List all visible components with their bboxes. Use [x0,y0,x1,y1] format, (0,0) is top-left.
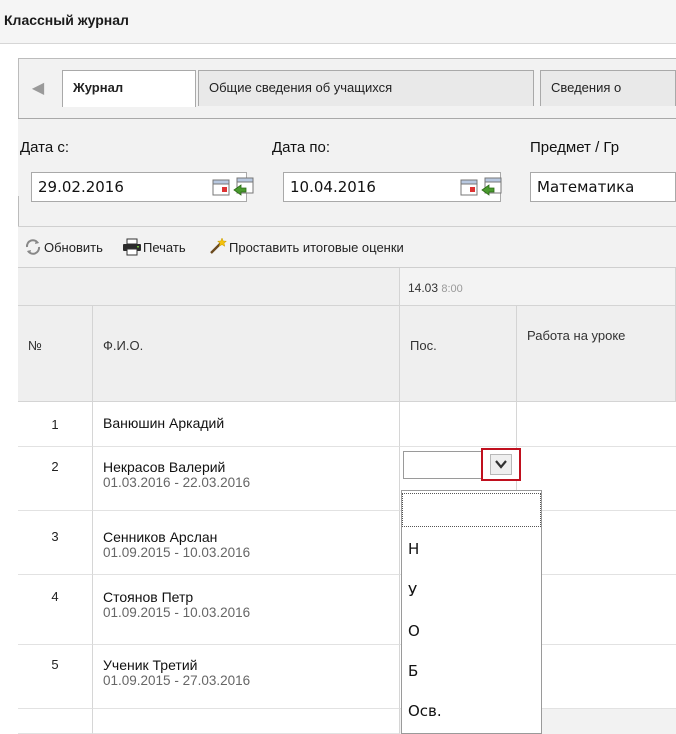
subject-value: Математика [537,178,635,196]
option-label: У [408,582,418,600]
table-row[interactable] [93,709,400,734]
tab-students-info[interactable]: Общие сведения об учащихся [198,70,534,106]
row-num-cell [18,709,93,734]
student-dates: 01.09.2015 - 10.03.2016 [103,545,251,560]
table-row[interactable]: Сенников Арслан 01.09.2015 - 10.03.2016 [93,511,400,575]
tab-scroll-left-icon[interactable]: ◀ [22,72,54,106]
calendar-green-icon[interactable] [481,176,503,198]
row-num-cell: 2 [18,447,93,511]
table-row[interactable]: Некрасов Валерий 01.03.2016 - 22.03.2016 [93,447,400,511]
lesson-date: 14.03 [408,281,439,295]
work-cell[interactable] [517,402,676,447]
student-name: Сенников Арслан [103,529,218,545]
dropdown-option-osv[interactable]: Осв. [402,695,541,727]
date-from-label: Дата с: [20,139,70,156]
row-num: 1 [51,417,59,432]
col-work-label: Работа на уроке [527,328,626,343]
option-label: Б [408,662,419,680]
lesson-header[interactable]: 14.03 8:00 [400,268,676,306]
col-num-label: № [28,338,42,353]
date-to-label: Дата по: [272,139,331,156]
col-attendance-label: Пос. [410,338,437,353]
row-num-cell: 5 [18,645,93,709]
chevron-down-icon [495,460,507,469]
attendance-dropdown-trigger[interactable] [481,448,521,481]
refresh-icon[interactable] [24,238,42,256]
dropdown-option-b[interactable]: Б [402,655,541,687]
student-name: Ученик Третий [103,657,198,673]
tab-details[interactable]: Сведения о [540,70,676,106]
dropdown-option-empty[interactable] [402,493,541,527]
table-row[interactable]: Ванюшин Аркадий [93,402,400,447]
lesson-time: 8:00 [441,283,463,295]
tab-journal-label: Журнал [73,80,124,95]
row-num: 4 [51,589,59,604]
dropdown-option-u[interactable]: У [402,575,541,607]
window-title: Классный журнал [4,12,129,28]
subject-label: Предмет / Гр [530,139,620,156]
col-header-attendance[interactable]: Пос. [400,306,517,402]
col-fio-label: Ф.И.О. [103,338,144,353]
row-num: 3 [51,529,59,544]
calendar-icon[interactable] [460,178,480,198]
col-header-num[interactable]: № [18,306,93,402]
calendar-green-icon[interactable] [233,176,255,198]
col-header-work[interactable]: Работа на уроке [517,306,676,402]
row-num: 2 [51,459,59,474]
final-grades-button[interactable]: Проставить итоговые оценки [229,238,404,258]
option-label: Н [408,540,420,558]
magic-wand-icon[interactable] [208,236,228,256]
row-num: 5 [51,657,59,672]
refresh-button[interactable]: Обновить [44,238,103,258]
student-name: Стоянов Петр [103,589,194,605]
tab-students-info-label: Общие сведения об учащихся [209,80,393,95]
row-num-cell: 4 [18,575,93,645]
option-label: Осв. [408,702,442,720]
subject-select[interactable]: Математика [530,172,676,202]
dropdown-option-n[interactable]: Н [402,533,541,565]
print-button[interactable]: Печать [143,238,186,258]
attendance-cell[interactable] [400,402,517,447]
tab-journal[interactable]: Журнал [62,70,196,107]
table-row[interactable]: Ученик Третий 01.09.2015 - 27.03.2016 [93,645,400,709]
student-name: Ванюшин Аркадий [103,415,225,431]
header-spacer [18,268,400,306]
option-label: О [408,622,420,640]
date-from-value: 29.02.2016 [38,178,124,196]
printer-icon[interactable] [122,238,142,256]
attendance-dropdown-list: Н У О Б Осв. [401,490,542,734]
date-to-value: 10.04.2016 [290,178,376,196]
row-num-cell: 1 [18,402,93,447]
table-row[interactable]: Стоянов Петр 01.09.2015 - 10.03.2016 [93,575,400,645]
tab-details-label: Сведения о [551,80,622,95]
student-name: Некрасов Валерий [103,459,226,475]
calendar-icon[interactable] [212,178,232,198]
row-num-cell: 3 [18,511,93,575]
dropdown-option-o[interactable]: О [402,615,541,647]
col-header-fio[interactable]: Ф.И.О. [93,306,400,402]
student-dates: 01.09.2015 - 10.03.2016 [103,605,251,620]
window-titlebar: Классный журнал [0,0,676,44]
student-dates: 01.09.2015 - 27.03.2016 [103,673,251,688]
student-dates: 01.03.2016 - 22.03.2016 [103,475,251,490]
